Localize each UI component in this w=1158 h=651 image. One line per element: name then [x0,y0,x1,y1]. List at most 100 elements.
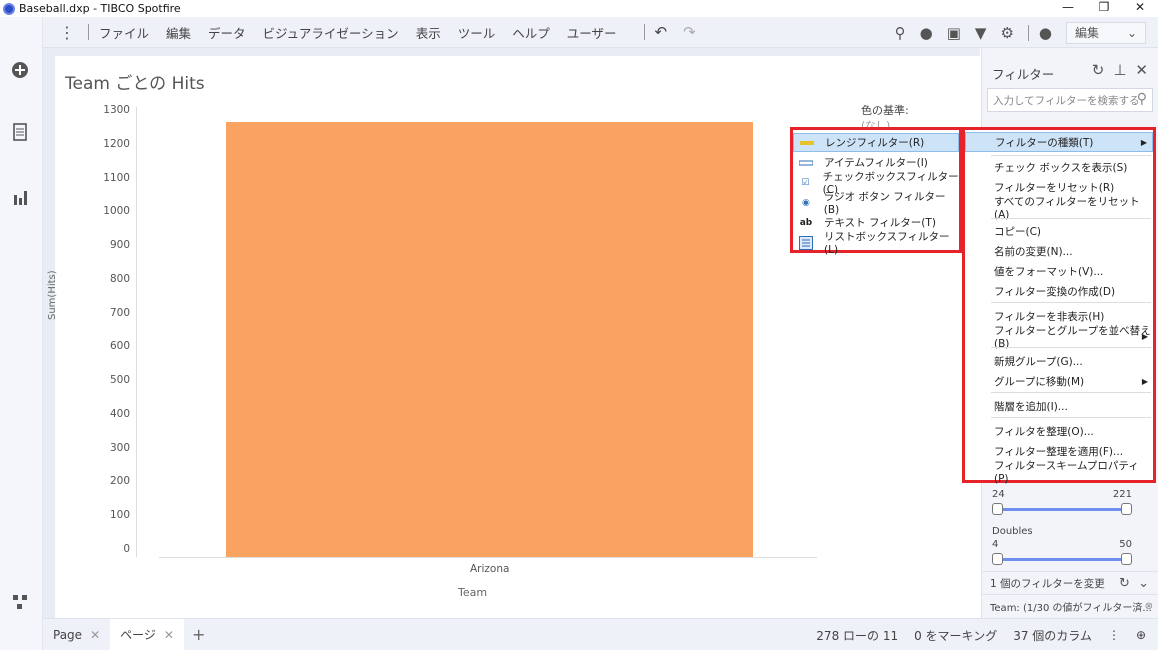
y-tick-label: 500 [109,374,130,387]
y-tick-label: 300 [109,441,130,454]
slider-left-handle[interactable] [992,503,1003,515]
window-titlebar: Baseball.dxp - TIBCO Spotfire — ❐ ✕ [0,0,1158,17]
filter-label-doubles: Doubles [992,526,1033,537]
mode-select[interactable]: 編集 ⌄ [1066,21,1146,44]
menu-listbox-filter[interactable]: リストボックスフィルター(L) [793,231,959,256]
data-canvas-icon[interactable] [10,593,30,613]
collaboration-icon[interactable]: ● [920,24,933,42]
submenu-arrow-icon: ▶ [1141,376,1148,386]
x-tick-label: Arizona [470,563,510,575]
clear-icon[interactable]: ⊗ [1145,601,1153,612]
changed-filters-bar[interactable]: 1 個のフィルターを変更 ↻ ⌄ [982,571,1158,594]
left-rail [0,17,43,650]
legend-title: 色の基準: [861,104,909,117]
slider-max: 50 [1119,539,1132,550]
slider-right-handle[interactable] [1121,503,1132,515]
bookmark-icon[interactable]: ▣ [947,24,961,42]
menu-bar: ⋮ ファイル 編集 データ ビジュアライゼーション 表示 ツール ヘルプ ユーザ… [43,17,1158,48]
x-axis-title[interactable]: Team [458,586,487,599]
x-axis-line [159,557,817,558]
slider-right-handle[interactable] [1121,553,1132,565]
menu-add-hierarchy[interactable]: 階層を追加(I)... [965,396,1153,416]
menu-rename[interactable]: 名前の変更(N)... [965,241,1153,261]
slider-min: 24 [992,489,1005,500]
redo-icon[interactable]: ↷ [683,23,696,41]
slider-track[interactable] [992,552,1132,566]
changed-filters-text: 1 個のフィルターを変更 [990,577,1105,590]
radio-button-icon: ◉ [801,197,810,208]
plot-area[interactable] [136,107,826,557]
tab-page-jp[interactable]: ページ ✕ [110,618,184,651]
reset-and-expand-icons[interactable]: ↻ ⌄ [1119,576,1149,591]
row-count-status: 278 ローの 11 [816,628,899,643]
listbox-icon [799,235,813,250]
search-icon: ⚲ [1136,91,1147,107]
menu-visualization[interactable]: ビジュアライゼーション [263,23,399,42]
menu-show-checkboxes[interactable]: チェック ボックスを表示(S) [965,157,1153,177]
globe-icon[interactable]: ⊕ [1136,628,1146,642]
menu-filter-type[interactable]: フィルターの種類(T) ▶ [965,132,1153,152]
filter-icon[interactable]: ▼ [975,24,987,42]
item-filter-icon [799,157,813,169]
slider-left-handle[interactable] [992,553,1003,565]
menu-organize-filters[interactable]: フィルタを整理(O)... [965,421,1153,441]
menu-copy[interactable]: コピー(C) [965,221,1153,241]
tab-page[interactable]: Page ✕ [43,619,110,651]
chevron-down-icon: ⌄ [1126,25,1137,40]
undo-icon[interactable]: ↶ [655,23,668,41]
menu-sort-filters-groups[interactable]: フィルターとグループを並べ替え(B) ▶ [965,325,1153,350]
restore-button[interactable]: ❐ [1086,0,1122,17]
visualization-types-icon[interactable] [10,189,30,209]
menu-radio-filter[interactable]: ◉ ラジオ ボタン フィルター(B) [793,191,959,216]
pin-icon[interactable]: ⊥ [1113,61,1126,79]
tab-label: ページ [120,628,156,642]
menu-view[interactable]: 表示 [416,23,441,42]
filter-search-input[interactable]: 入力してフィルターを検索する ⚲ [987,88,1153,112]
data-table-icon[interactable] [10,123,30,143]
y-tick-label: 400 [109,407,130,420]
slider-max: 221 [1112,489,1132,500]
y-tick-label: 1300 [103,104,130,116]
slider-track[interactable] [992,502,1132,516]
filter-status-bar: Team: (1/30 の値がフィルター済... ⊗ [982,594,1158,618]
menu-tools[interactable]: ツール [458,23,496,42]
close-tab-icon[interactable]: ✕ [90,628,100,642]
filter-context-menu: フィルターの種類(T) ▶ チェック ボックスを表示(S) フィルターをリセット(… [962,127,1156,485]
reset-icon[interactable]: ↻ [1092,61,1105,79]
add-page-icon[interactable]: + [192,625,205,644]
menu-move-to-group[interactable]: グループに移動(M) ▶ [965,371,1153,391]
more-vertical-icon[interactable]: ⋮ [1108,628,1120,642]
notification-bell-icon[interactable]: ● [1039,24,1052,42]
menu-help[interactable]: ヘルプ [512,23,550,42]
close-window-button[interactable]: ✕ [1122,0,1158,17]
menu-filter-scheme-properties[interactable]: フィルタースキームプロパティ(P) [965,460,1153,485]
column-count-status: 37 個のカラム [1013,628,1092,643]
range-slider-filter: 24 221 [992,489,1132,516]
checkbox-icon: ☑ [801,177,810,188]
submenu-arrow-icon: ▶ [1140,137,1147,147]
menu-edit[interactable]: 編集 [166,23,191,42]
page-tab-bar: Page ✕ ページ ✕ + 278 ローの 11 0 をマーキング 37 個の… [43,618,1158,651]
close-tab-icon[interactable]: ✕ [164,628,174,642]
minimize-button[interactable]: — [1050,0,1086,17]
menu-file[interactable]: ファイル [99,23,149,42]
visualization-title: Team ごとの Hits [65,74,205,94]
spotfire-app-icon [3,2,15,15]
menu-range-filter[interactable]: レンジフィルター(R) [793,133,959,152]
text-filter-icon: ab [799,217,813,228]
menu-user[interactable]: ユーザー [567,23,617,42]
close-panel-icon[interactable]: ✕ [1135,61,1148,79]
add-icon[interactable] [10,61,30,81]
filter-status-text: Team: (1/30 の値がフィルター済... [990,603,1152,614]
menu-reset-all-filters[interactable]: すべてのフィルターをリセット(A) [965,196,1153,221]
menu-new-group[interactable]: 新規グループ(G)... [965,351,1153,371]
search-icon[interactable]: ⚲ [895,24,906,42]
bar-arizona[interactable] [226,122,753,557]
menu-create-filter-transform[interactable]: フィルター変換の作成(D) [965,281,1153,301]
more-vertical-icon[interactable]: ⋮ [56,23,78,42]
y-tick-label: 1200 [103,137,130,150]
settings-gear-icon[interactable]: ⚙ [1000,24,1013,42]
menu-format-values[interactable]: 値をフォーマット(V)... [965,261,1153,281]
menu-data[interactable]: データ [208,23,246,42]
y-axis-title[interactable]: Sum(Hits) [47,260,58,320]
